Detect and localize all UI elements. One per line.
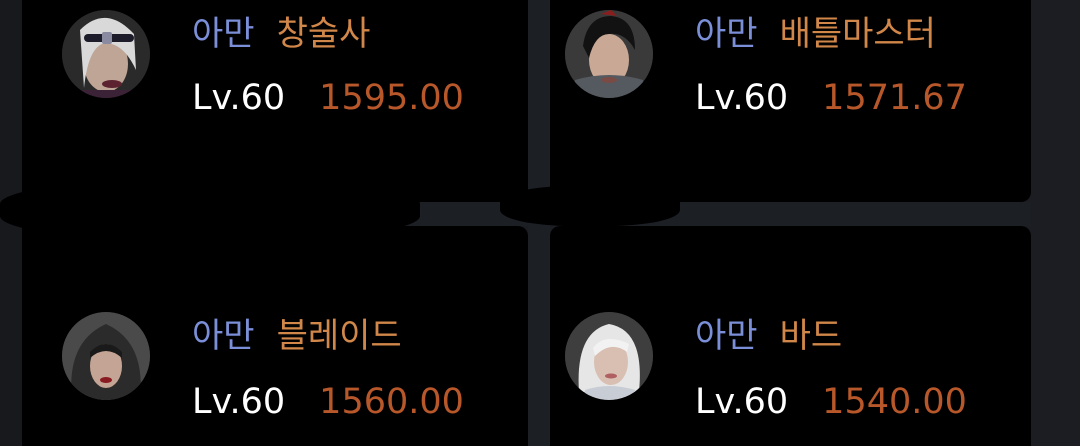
server-name: 아만 [192, 14, 255, 54]
item-level-score: 1595.00 [319, 78, 464, 118]
class-name: 배틀마스터 [779, 14, 936, 54]
class-name: 창술사 [276, 14, 371, 54]
class-name: 바드 [779, 316, 843, 356]
character-name-row: 아만 배틀마스터 [695, 14, 936, 54]
class-name: 블레이드 [276, 316, 402, 356]
character-ranking-grid: 아만 창술사 Lv.60 1595.00 아만 배틀마스터 Lv.60 1571.67 … [0, 0, 1080, 446]
character-stat-row: Lv.60 1571.67 [695, 78, 967, 118]
character-level: Lv.60 [192, 78, 286, 118]
character-level: Lv.60 [695, 382, 789, 422]
avatar-white-haired-bard[interactable] [565, 312, 653, 400]
character-stat-row: Lv.60 1595.00 [192, 78, 464, 118]
server-name: 아만 [695, 14, 758, 54]
gap-smudge [500, 186, 680, 226]
gap-smudge [0, 180, 420, 240]
avatar-hooded-blade[interactable] [62, 312, 150, 400]
avatar-male-battlemaster[interactable] [565, 10, 653, 98]
character-stat-row: Lv.60 1540.00 [695, 382, 967, 422]
server-name: 아만 [695, 316, 758, 356]
avatar-female-lancer[interactable] [62, 10, 150, 98]
character-stat-row: Lv.60 1560.00 [192, 382, 464, 422]
right-edge-panel [1031, 0, 1080, 446]
item-level-score: 1540.00 [822, 382, 967, 422]
item-level-score: 1571.67 [822, 78, 967, 118]
character-level: Lv.60 [192, 382, 286, 422]
character-name-row: 아만 바드 [695, 316, 842, 356]
server-name: 아만 [192, 316, 255, 356]
item-level-score: 1560.00 [319, 382, 464, 422]
character-name-row: 아만 블레이드 [192, 316, 402, 356]
character-level: Lv.60 [695, 78, 789, 118]
character-name-row: 아만 창술사 [192, 14, 370, 54]
